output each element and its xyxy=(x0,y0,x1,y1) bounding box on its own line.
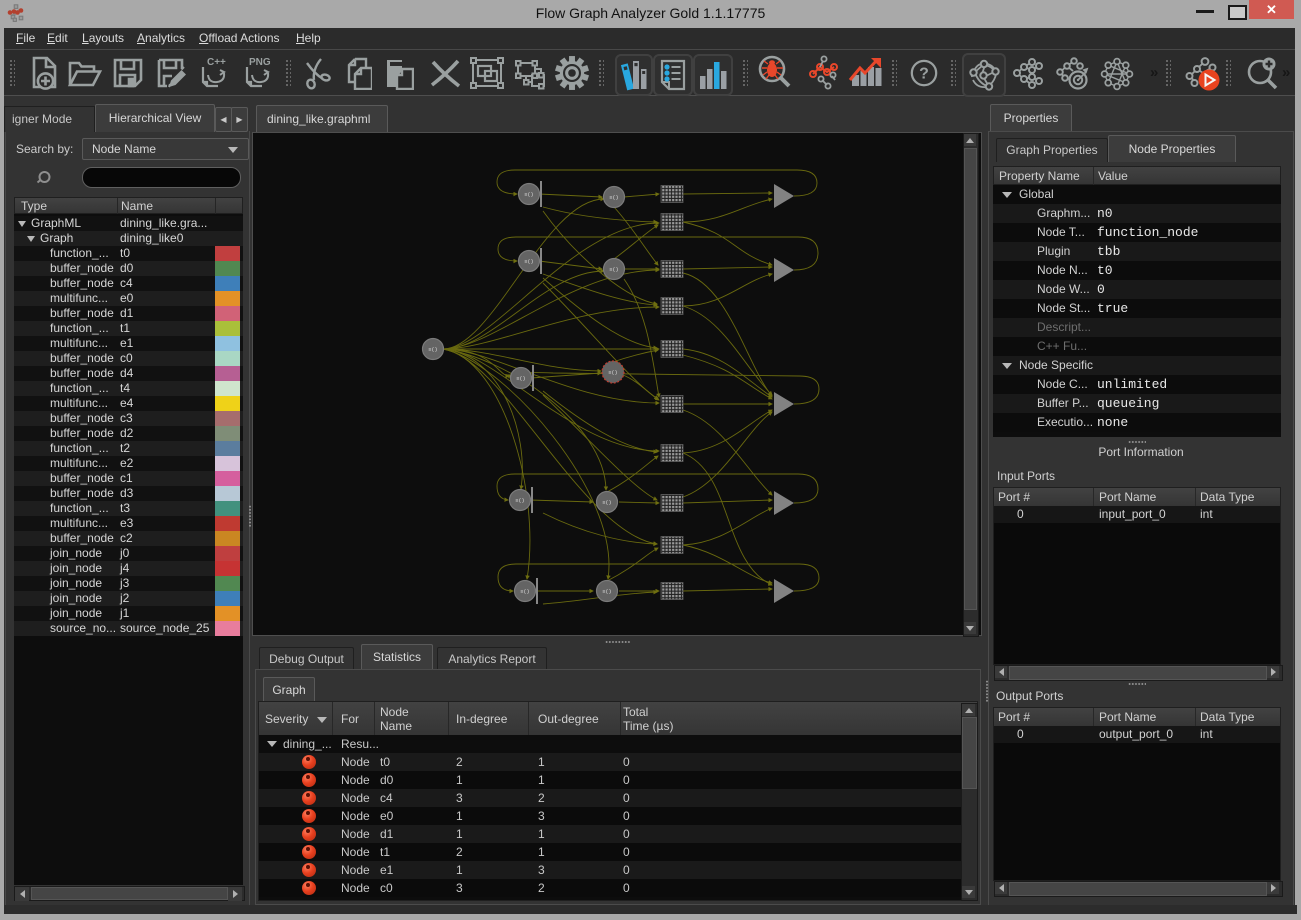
svg-text:?: ? xyxy=(919,66,929,83)
svg-text:≡(): ≡() xyxy=(520,589,529,595)
svg-text:≡(): ≡() xyxy=(609,267,618,273)
svg-text:≡(): ≡() xyxy=(608,370,617,376)
svg-text:PNG: PNG xyxy=(249,57,271,68)
svg-text:≡(): ≡() xyxy=(524,259,533,265)
svg-text:≡(): ≡() xyxy=(602,500,611,506)
svg-text:≡(): ≡() xyxy=(515,498,524,504)
svg-text:≡(): ≡() xyxy=(516,376,525,382)
svg-text:≡(): ≡() xyxy=(524,192,533,198)
svg-text:C++: C++ xyxy=(207,57,226,68)
svg-text:≡(): ≡() xyxy=(602,589,611,595)
svg-text:≡(): ≡() xyxy=(428,347,437,353)
svg-text:≡(): ≡() xyxy=(609,195,618,201)
